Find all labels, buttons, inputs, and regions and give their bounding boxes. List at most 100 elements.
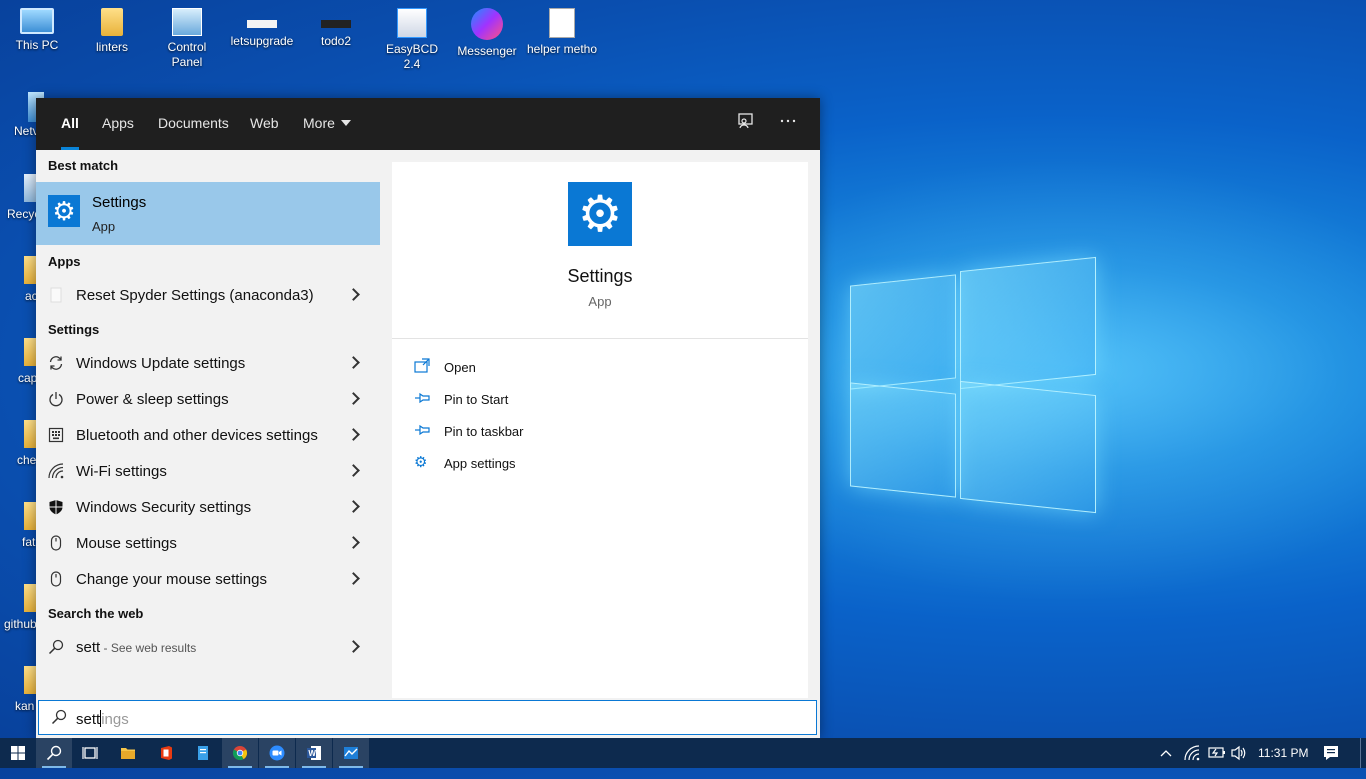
result-windows-update-settings[interactable]: Windows Update settings: [36, 346, 380, 382]
taskbar-app[interactable]: [333, 738, 369, 768]
desktop-icon-easybcd[interactable]: EasyBCD 2.4: [376, 0, 448, 72]
taskbar-search-button[interactable]: [36, 738, 72, 768]
action-label: Pin to Start: [444, 392, 509, 407]
network-tray[interactable]: [1184, 738, 1202, 768]
feedback-icon[interactable]: [735, 112, 757, 134]
file-bar-icon: [247, 20, 277, 28]
web-suffix: - See web results: [100, 641, 197, 655]
chrome-icon: [232, 745, 248, 761]
clock[interactable]: 11:31 PM: [1258, 738, 1308, 768]
pin-icon: [414, 422, 434, 440]
desktop-edge-label[interactable]: che: [17, 453, 36, 467]
start-icon: [10, 745, 26, 761]
chevron-right-icon[interactable]: [348, 497, 360, 517]
show-desktop-button[interactable]: [1360, 738, 1366, 768]
search-input[interactable]: settings: [38, 700, 817, 735]
search-icon: [46, 745, 62, 761]
gear-icon: ⚙: [414, 454, 428, 471]
desktop-edge-label[interactable]: kan: [15, 699, 34, 713]
action-center-button[interactable]: [1322, 738, 1346, 768]
result-label: Windows Security settings: [76, 499, 252, 516]
control-panel-icon: [172, 8, 202, 36]
taskbar-file-explorer[interactable]: [110, 738, 146, 768]
search-results-list: Best match ⚙ Settings App Apps Reset Spy…: [36, 150, 380, 698]
desktop-icon-label: todo2: [320, 34, 352, 48]
desktop-icon-messenger[interactable]: Messenger: [451, 0, 523, 59]
task-view-icon: [82, 745, 98, 761]
desktop-icon-helper-metho[interactable]: helper metho: [526, 0, 598, 57]
pin-icon: [414, 390, 434, 408]
desktop-icon-this-pc[interactable]: This PC: [1, 0, 73, 53]
chevron-down-icon: [340, 120, 351, 126]
preview-pane: ⚙ Settings App Open Pin to Start Pin to …: [392, 162, 808, 698]
chevron-right-icon[interactable]: [348, 285, 360, 305]
preview-divider: [392, 338, 808, 339]
desktop-icon-linters[interactable]: linters: [76, 0, 148, 55]
chevron-right-icon[interactable]: [348, 353, 360, 373]
desktop-icon-letsupgrade[interactable]: letsupgrade: [226, 0, 298, 49]
office-icon: [158, 745, 174, 761]
desktop-icon-label: letsupgrade: [230, 34, 294, 48]
refresh-icon: [47, 355, 65, 373]
taskbar-chrome[interactable]: [222, 738, 258, 768]
preview-type: App: [588, 294, 612, 309]
tab-documents[interactable]: Documents: [158, 98, 229, 150]
tab-all[interactable]: All: [61, 98, 79, 150]
tab-more-label: More: [303, 115, 335, 131]
file-bar-icon: [321, 20, 351, 28]
web-query: sett: [76, 639, 101, 656]
taskbar-word[interactable]: W: [296, 738, 332, 768]
app-icon: [343, 745, 359, 761]
show-hidden-icons[interactable]: [1159, 738, 1177, 768]
result-windows-security-settings[interactable]: Windows Security settings: [36, 490, 380, 526]
battery-tray[interactable]: [1208, 738, 1228, 768]
chevron-right-icon[interactable]: [348, 461, 360, 481]
tab-apps[interactable]: Apps: [102, 98, 134, 150]
taskbar-file[interactable]: [185, 738, 221, 768]
result-label: Windows Update settings: [76, 355, 246, 372]
result-bluetooth-settings[interactable]: Bluetooth and other devices settings: [36, 418, 380, 454]
chevron-right-icon[interactable]: [348, 637, 360, 657]
result-mouse-settings[interactable]: Mouse settings: [36, 526, 380, 562]
blank-file-icon: [47, 287, 65, 305]
more-options-icon[interactable]: [777, 112, 799, 134]
keyboard-icon: [47, 427, 65, 445]
task-view-button[interactable]: [72, 738, 108, 768]
desktop-edge-label[interactable]: fat: [22, 535, 35, 549]
chevron-right-icon[interactable]: [348, 389, 360, 409]
taskbar-office[interactable]: [148, 738, 184, 768]
result-change-mouse-settings[interactable]: Change your mouse settings: [36, 562, 380, 598]
search-input-text[interactable]: settings: [76, 710, 129, 728]
action-label: Open: [444, 360, 476, 375]
open-icon: [414, 358, 434, 376]
desktop-icon-todo2[interactable]: todo2: [300, 0, 372, 49]
search-icon: [51, 709, 69, 727]
desktop-edge-label[interactable]: Netv: [14, 124, 39, 138]
section-header-settings: Settings: [48, 322, 100, 337]
result-web-search[interactable]: sett - See web results: [36, 630, 380, 666]
best-match-settings[interactable]: ⚙ Settings App: [36, 182, 380, 245]
desktop-edge-label[interactable]: cap: [18, 371, 37, 385]
result-power-sleep-settings[interactable]: Power & sleep settings: [36, 382, 380, 418]
chevron-right-icon[interactable]: [348, 533, 360, 553]
start-button[interactable]: [0, 738, 36, 768]
result-wifi-settings[interactable]: Wi-Fi settings: [36, 454, 380, 490]
desktop-edge-label[interactable]: github: [4, 617, 37, 631]
tab-web[interactable]: Web: [250, 98, 279, 150]
wifi-icon: [1184, 745, 1200, 761]
volume-tray[interactable]: [1231, 738, 1249, 768]
taskbar-zoom[interactable]: [259, 738, 295, 768]
search-filter-bar: All Apps Documents Web More: [36, 98, 820, 150]
tab-more[interactable]: More: [303, 98, 351, 150]
autocomplete-suggestion: ings: [101, 711, 129, 728]
zoom-icon: [269, 745, 285, 761]
chevron-right-icon[interactable]: [348, 569, 360, 589]
desktop-icon-control-panel[interactable]: Control Panel: [151, 0, 223, 70]
computer-icon: [20, 8, 54, 34]
desktop-icon-label: helper metho: [526, 42, 598, 56]
result-reset-spyder-settings[interactable]: Reset Spyder Settings (anaconda3): [36, 278, 380, 314]
mouse-icon: [47, 571, 65, 589]
chevron-up-icon: [1160, 750, 1172, 757]
chevron-right-icon[interactable]: [348, 425, 360, 445]
section-header-web: Search the web: [48, 606, 144, 621]
